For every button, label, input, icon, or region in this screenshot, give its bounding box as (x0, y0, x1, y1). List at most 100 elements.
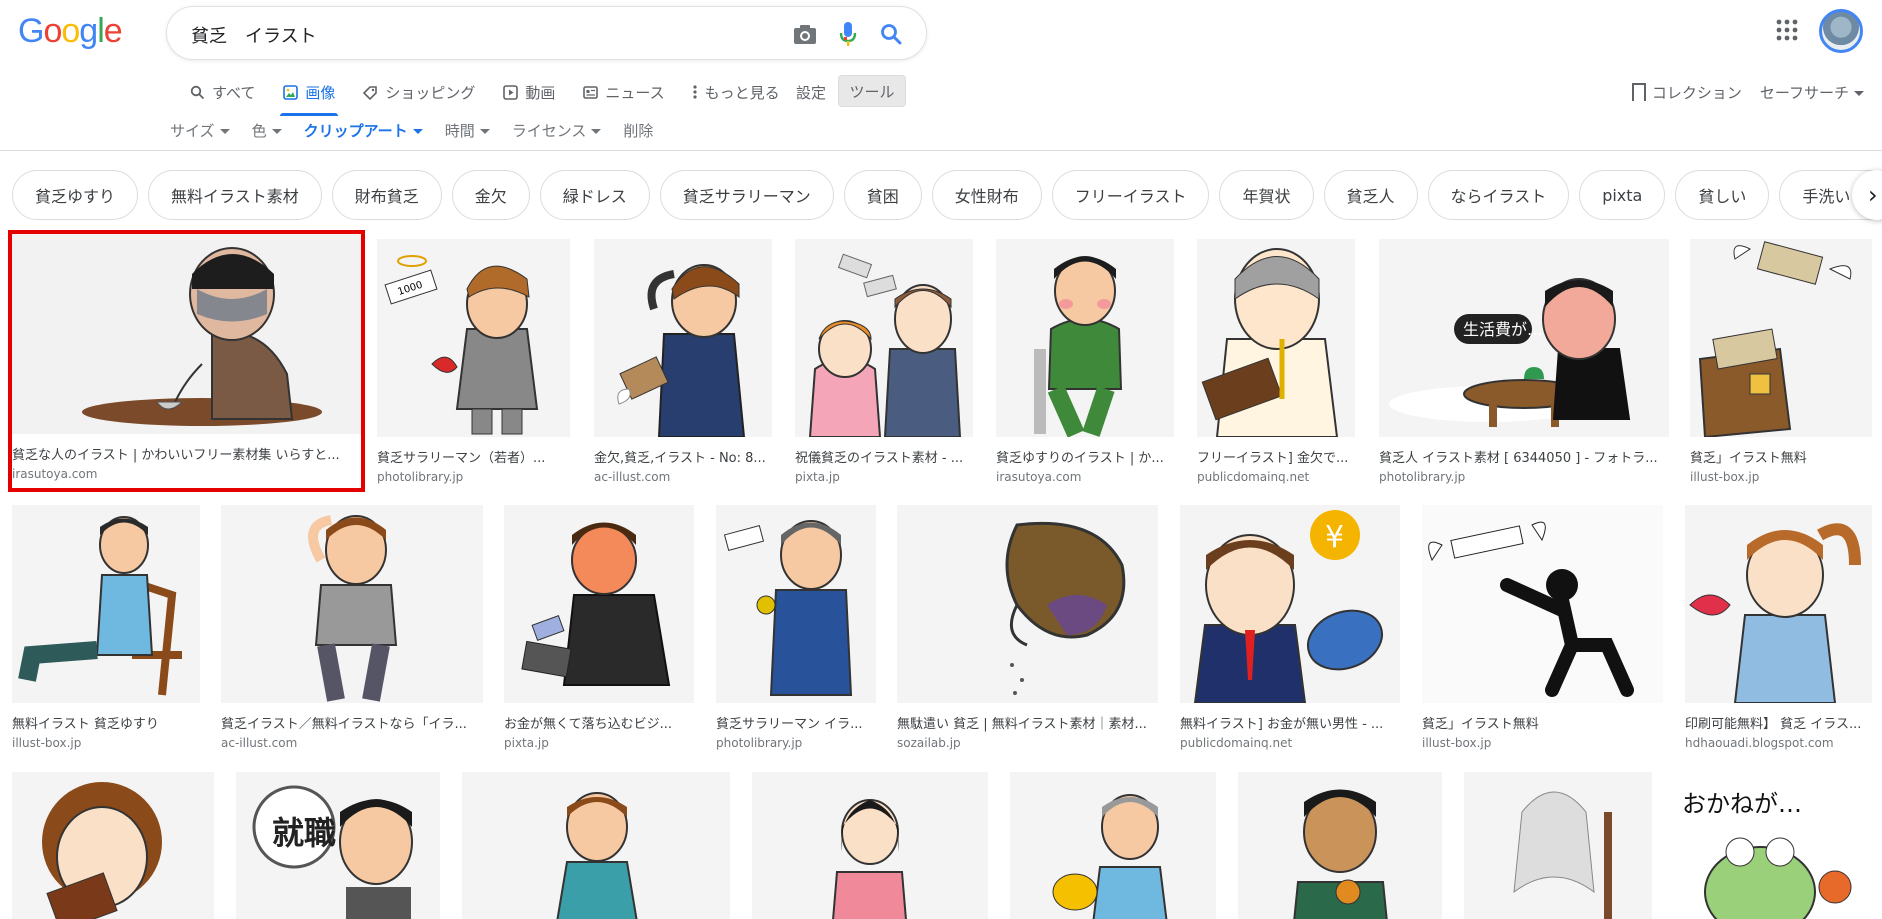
image-result[interactable]: 無料イラスト 貧乏ゆすり illust-box.jp (12, 505, 200, 750)
result-thumbnail[interactable]: 就職 (236, 772, 440, 919)
search-box[interactable]: 貧乏 イラスト (166, 6, 927, 60)
result-thumbnail[interactable] (1010, 772, 1216, 919)
result-thumbnail[interactable] (221, 505, 483, 703)
tools-button[interactable]: ツール (838, 75, 906, 107)
businessman-empty-wallet-illustration: ¥ (1193, 510, 1383, 703)
google-logo[interactable]: Google (18, 12, 123, 51)
related-chip[interactable]: 緑ドレス (539, 170, 650, 220)
worried-man-illustration (617, 264, 746, 437)
tab-more[interactable]: もっと見る (691, 78, 780, 106)
related-chip[interactable]: ならイラスト (1427, 170, 1570, 220)
related-chip[interactable]: 女性財布 (931, 170, 1042, 220)
search-input[interactable]: 貧乏 イラスト (191, 22, 317, 48)
safesearch-dropdown[interactable]: セーフサーチ (1760, 82, 1864, 103)
result-source: pixta.jp (795, 470, 840, 484)
result-thumbnail[interactable]: おかねが… (1670, 772, 1872, 919)
filter-license[interactable]: ライセンス (512, 120, 602, 141)
image-result[interactable] (1010, 772, 1216, 919)
image-result[interactable] (1464, 772, 1652, 919)
tab-videos[interactable]: 動画 (501, 78, 555, 106)
result-thumbnail[interactable]: 生活費が… (1379, 239, 1669, 437)
image-result[interactable] (752, 772, 988, 919)
avatar[interactable] (1819, 9, 1863, 53)
image-result[interactable]: フリーイラスト] 金欠で... publicdomainq.net (1197, 239, 1355, 484)
related-chip[interactable]: pixta (1579, 170, 1666, 220)
result-title: 貧乏」イラスト無料 (1422, 717, 1539, 732)
image-icon (281, 83, 299, 101)
related-chip[interactable]: 貧しい (1675, 170, 1770, 220)
tab-all[interactable]: すべて (188, 78, 255, 106)
image-result[interactable] (462, 772, 730, 919)
image-result[interactable]: 貧乏」イラスト無料 illust-box.jp (1690, 239, 1872, 484)
result-title: 貧乏イラスト／無料イラストなら「イラ... (221, 717, 467, 732)
tab-news[interactable]: ニュース (581, 78, 665, 106)
result-thumbnail[interactable]: ¥ (1180, 505, 1400, 703)
result-thumbnail[interactable] (1690, 239, 1872, 437)
result-title: 無料イラスト 貧乏ゆすり (12, 717, 159, 732)
chevron-down-icon (591, 129, 602, 134)
result-thumbnail[interactable] (12, 772, 214, 919)
result-thumbnail[interactable] (462, 772, 730, 919)
image-result[interactable]: 1000 貧乏サラリーマン（若者）... photolibrary.jp (377, 239, 570, 484)
image-result[interactable] (12, 772, 214, 919)
image-result[interactable]: ¥ 無料イラスト] お金が無い男性 - ... publicdomainq.ne… (1180, 505, 1400, 750)
result-thumbnail[interactable] (1685, 505, 1872, 703)
filter-time[interactable]: 時間 (445, 120, 490, 141)
image-result[interactable] (1238, 772, 1442, 919)
result-thumbnail[interactable] (996, 239, 1174, 437)
filter-color[interactable]: 色 (252, 120, 282, 141)
image-result[interactable]: 生活費が… 貧乏人 イラスト素材 [ 6344050 ] - フォトラ... p… (1379, 239, 1669, 484)
image-result[interactable]: おかねが… (1670, 772, 1872, 919)
image-result[interactable]: 印刷可能無料】 貧乏 イラス... hdhaouadi.blogspot.com (1685, 505, 1872, 750)
filter-type[interactable]: クリップアート (304, 120, 423, 141)
result-thumbnail[interactable] (716, 505, 876, 703)
filter-size[interactable]: サイズ (170, 120, 230, 141)
result-title: お金が無くて落ち込むビジ... (504, 717, 673, 732)
collections-link[interactable]: コレクション (1631, 82, 1742, 103)
camera-icon[interactable] (791, 20, 819, 48)
result-thumbnail[interactable] (1197, 239, 1355, 437)
result-thumbnail[interactable] (752, 772, 988, 919)
image-result[interactable]: お金が無くて落ち込むビジ... pixta.jp (504, 505, 694, 750)
search-icon[interactable] (877, 20, 905, 48)
result-thumbnail[interactable] (795, 239, 973, 437)
related-chip[interactable]: 財布貧乏 (331, 170, 442, 220)
result-thumbnail[interactable]: 1000 (377, 239, 570, 437)
result-source: illust-box.jp (1690, 470, 1760, 484)
tab-images[interactable]: 画像 (281, 78, 335, 106)
image-result[interactable]: 金欠,貧乏,イラスト - No: 8... ac-illust.com (594, 239, 772, 484)
result-source: irasutoya.com (996, 470, 1082, 484)
image-result[interactable]: 貧乏イラスト／無料イラストなら「イラ... ac-illust.com (221, 505, 483, 750)
related-chip[interactable]: 年賀状 (1219, 170, 1314, 220)
search-tabs: すべて 画像 ショッピング 動画 ニュース もっと見る (188, 78, 806, 106)
chevron-down-icon (1854, 91, 1864, 96)
image-result[interactable]: 貧乏」イラスト無料 illust-box.jp (1422, 505, 1663, 750)
tab-shopping[interactable]: ショッピング (361, 78, 475, 106)
related-chip[interactable]: フリーイラスト (1051, 170, 1210, 220)
related-chip[interactable]: 貧困 (843, 170, 922, 220)
related-chip[interactable]: 無料イラスト素材 (148, 170, 322, 220)
related-chip[interactable]: 貧乏サラリーマン (659, 170, 834, 220)
related-chip[interactable]: 金欠 (451, 170, 530, 220)
result-thumbnail[interactable] (1238, 772, 1442, 919)
old-man-tea-illustration: 生活費が… (1389, 278, 1631, 427)
image-result[interactable]: 貧乏サラリーマン イラ... photolibrary.jp (716, 505, 876, 750)
microphone-icon[interactable] (834, 20, 862, 48)
result-thumbnail[interactable] (504, 505, 694, 703)
image-result[interactable]: 祝儀貧乏のイラスト素材 - ... pixta.jp (795, 239, 973, 484)
result-thumbnail[interactable] (897, 505, 1158, 703)
image-result[interactable]: 就職 (236, 772, 440, 919)
result-thumbnail[interactable] (12, 505, 200, 703)
result-thumbnail[interactable] (1464, 772, 1652, 919)
related-chip[interactable]: 貧乏人 (1323, 170, 1418, 220)
result-source: ac-illust.com (594, 470, 671, 484)
result-thumbnail[interactable] (594, 239, 772, 437)
filter-clear[interactable]: 削除 (623, 120, 653, 141)
settings-tab[interactable]: 設定 (796, 82, 826, 103)
active-tab-indicator (280, 113, 338, 116)
image-result[interactable]: 貧乏ゆすりのイラスト | か... irasutoya.com (996, 239, 1174, 484)
result-thumbnail[interactable] (1422, 505, 1663, 703)
apps-grid-icon[interactable] (1775, 18, 1799, 42)
image-result[interactable]: 無駄遣い 貧乏 | 無料イラスト素材｜素材... sozailab.jp (897, 505, 1158, 750)
related-chip[interactable]: 貧乏ゆすり (12, 170, 139, 220)
